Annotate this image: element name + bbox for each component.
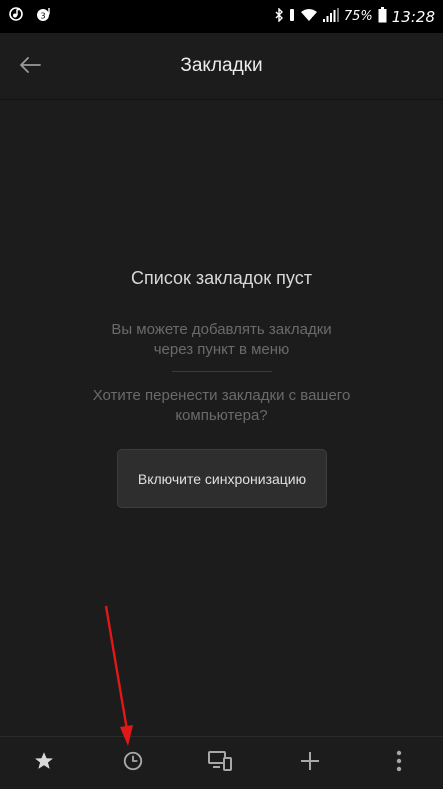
arrow-left-icon xyxy=(19,56,41,79)
transfer-question: Хотите перенести закладки с вашего компь… xyxy=(50,386,393,426)
music-note-icon xyxy=(8,6,24,27)
enable-sync-button[interactable]: Включите синхронизацию xyxy=(117,449,327,508)
bookmarks-tab-button[interactable] xyxy=(0,737,89,789)
devices-tab-button[interactable] xyxy=(177,737,266,789)
bluetooth-icon xyxy=(274,7,284,25)
back-button[interactable] xyxy=(12,50,48,84)
app-bar: Закладки xyxy=(0,33,443,100)
menu-button[interactable] xyxy=(354,737,443,789)
devices-icon xyxy=(208,750,234,777)
vibrate-icon xyxy=(289,8,295,25)
new-tab-button[interactable] xyxy=(266,737,355,789)
hint-line: Вы можете добавлять закладки xyxy=(111,321,332,338)
divider xyxy=(172,371,272,372)
plus-icon xyxy=(299,750,321,777)
battery-percent: 75% xyxy=(343,9,373,24)
status-left-icons: 3 xyxy=(8,6,54,27)
empty-state-hint: Вы можете добавлять закладки через пункт… xyxy=(60,320,383,360)
status-time: 13:28 xyxy=(391,7,435,26)
status-bar: 3 75% 13:28 xyxy=(0,0,443,33)
wifi-icon xyxy=(300,8,318,25)
star-icon xyxy=(33,750,55,777)
page-title: Закладки xyxy=(180,55,263,76)
status-right-icons: 75% 13:28 xyxy=(274,7,435,26)
bookmarks-empty-state: Список закладок пуст Вы можете добавлять… xyxy=(0,100,443,736)
signal-icon xyxy=(322,8,339,25)
battery-icon xyxy=(378,7,387,26)
clock-icon xyxy=(122,750,144,777)
bottom-nav xyxy=(0,736,443,789)
more-vert-icon xyxy=(395,750,403,777)
question-line: компьютера? xyxy=(175,407,268,424)
empty-state-title: Список закладок пуст xyxy=(131,268,312,288)
notification-icon: 3 xyxy=(36,6,54,27)
history-tab-button[interactable] xyxy=(89,737,178,789)
svg-text:3: 3 xyxy=(40,12,45,21)
question-line: Хотите перенести закладки с вашего xyxy=(92,387,351,404)
hint-line: через пункт в меню xyxy=(153,341,290,358)
